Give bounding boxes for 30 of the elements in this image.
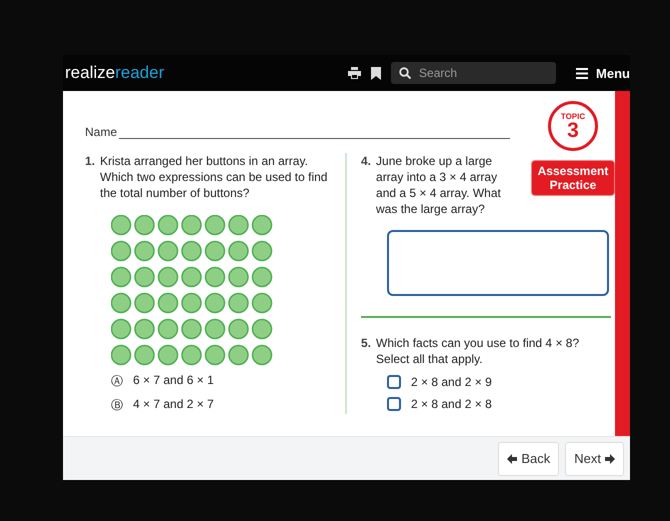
menu-icon [576,68,588,78]
menu-button[interactable]: Menu [566,66,630,80]
next-arrow-icon [605,454,615,464]
assessment-practice-banner: Assessment Practice [532,161,614,195]
name-fill-in-line[interactable] [119,137,510,139]
checkbox[interactable] [387,375,401,389]
next-button[interactable]: Next [565,442,624,476]
back-button[interactable]: Back [498,442,560,476]
print-icon[interactable] [348,67,362,79]
logo: realizereader [65,63,164,83]
question-number: 4. [361,153,372,170]
name-label: Name [85,125,118,139]
question-text: Krista arranged her buttons in an array. Which two expressions can be used to find the total number of buttons? [100,153,328,201]
topic-number: 3 [567,120,579,140]
question-number: 1. [85,153,96,170]
back-arrow-icon [507,454,518,464]
choice-text: 2 × 8 and 2 × 9 [411,375,492,389]
question-text: June broke up a large array into a 3 × 4 array and a 5 × 4 array. What was the large array? [376,153,502,217]
bookmark-icon[interactable] [371,66,382,80]
choice-text: 2 × 8 and 2 × 8 [411,397,492,411]
option-text: 4 × 7 and 2 × 7 [133,397,214,413]
question-number: 5. [361,335,372,352]
question-text: Which facts can you use to find 4 × 8? Select all that apply. [376,335,580,367]
option-letter[interactable]: Ⓑ [111,397,123,414]
option-text: 6 × 7 and 6 × 1 [133,373,214,389]
checkbox[interactable] [387,397,401,411]
topic-label: TOPIC [560,112,586,120]
search-field[interactable]: Search [391,62,556,84]
option-letter[interactable]: Ⓐ [111,373,123,390]
answer-box[interactable] [387,230,609,296]
